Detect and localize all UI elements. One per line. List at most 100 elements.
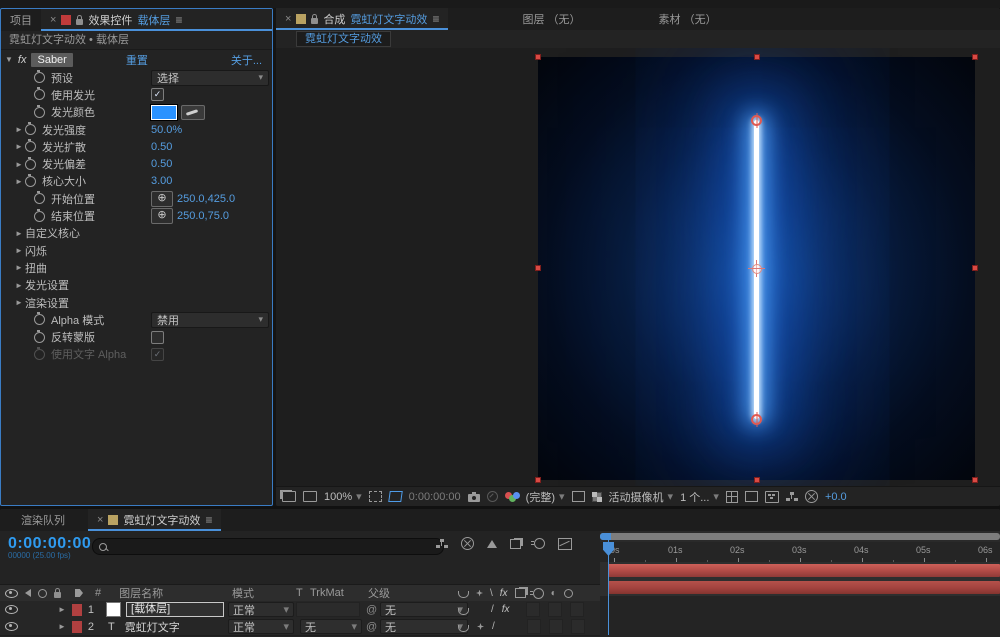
use-glow-checkbox[interactable]: ✓ [151,88,164,101]
about-link[interactable]: 关于... [231,52,262,68]
draft-3d-icon[interactable] [461,537,474,550]
panel-menu-icon[interactable]: ≡ [175,13,182,27]
track-row-1[interactable] [600,562,1000,580]
selection-handle[interactable] [972,477,978,483]
adjustment-column-icon[interactable]: ◐ [551,588,557,599]
parent-dropdown[interactable]: 无▾ [380,602,468,617]
stopwatch-icon[interactable] [34,89,45,100]
fx-switch-icon[interactable]: fx [502,604,510,615]
expander-icon[interactable]: ► [13,229,25,238]
frame-blending-icon[interactable] [510,539,521,549]
param-value[interactable]: 0.50 [151,158,172,170]
time-ruler[interactable]: 0s 01s 02s 03s 04s 05s 06s [600,542,1000,563]
track-row-2[interactable] [600,579,1000,597]
composition-view[interactable] [538,57,975,480]
param-value[interactable]: 250.0,425.0 [177,193,235,205]
exposure-value[interactable]: +0.0 [825,491,847,503]
target-region-icon[interactable] [572,491,585,502]
composition-mini-flowchart-icon[interactable] [436,539,448,549]
layer-color-swatch[interactable] [72,604,82,616]
stopwatch-icon[interactable] [25,141,36,152]
quality-switch-icon[interactable]: / [491,604,494,615]
show-snapshot-icon[interactable] [487,491,498,502]
tab-effect-controls[interactable]: × 效果控件 载体层 ≡ [41,9,272,31]
switch-cell[interactable] [570,602,584,617]
expander-icon[interactable]: ► [13,177,25,186]
composition-breadcrumb[interactable]: 霓虹灯文字动效 [296,31,391,47]
stopwatch-icon[interactable] [34,332,45,343]
lock-icon[interactable] [76,19,83,25]
tab-project[interactable]: 项目 [1,9,41,31]
expander-icon[interactable]: ► [13,125,25,134]
magnification-dropdown[interactable]: 100% ▾ [324,490,362,503]
anchor-point[interactable] [750,262,763,275]
hide-shy-layers-icon[interactable] [487,540,497,548]
threed-column-icon[interactable] [564,589,573,598]
expander-icon[interactable]: ► [13,263,25,272]
switch-cell[interactable] [527,619,541,634]
lock-column-icon[interactable] [54,592,61,598]
parent-pickwhip-icon[interactable]: @ [366,604,377,616]
layer-row-2[interactable]: ► 2 T 霓虹灯文字 正常▾ 无▾ @ 无▾ / [0,618,600,636]
layer-color-swatch[interactable] [72,621,82,633]
effect-name[interactable]: Saber [31,53,72,67]
mask-visibility-icon[interactable] [388,491,403,502]
viewer-monitor-icon[interactable] [303,491,317,502]
camera-dropdown[interactable]: 活动摄像机 ▾ [609,489,674,505]
param-value[interactable]: 0.50 [151,141,172,153]
close-icon[interactable]: × [285,13,291,25]
expander-icon[interactable]: ► [58,622,66,631]
toggle-viewer-layout-icon[interactable] [282,491,296,502]
snapshot-camera-icon[interactable] [468,494,480,502]
solo-column-icon[interactable] [38,589,47,598]
switch-cell[interactable] [549,619,563,634]
current-time-display[interactable]: 0:00:00:00 00000 (25.00 fps) [8,535,91,560]
parent-column-label[interactable]: 父级 [368,585,390,601]
index-column-label[interactable]: # [95,587,101,599]
selection-handle[interactable] [535,54,541,60]
region-of-interest-icon[interactable] [369,491,382,502]
pixel-aspect-icon[interactable] [745,491,758,502]
layer-name[interactable]: 霓虹灯文字 [125,619,180,635]
layer-name-column-label[interactable]: 图层名称 [119,585,163,601]
quality-column-icon[interactable]: \ [490,588,493,599]
stopwatch-icon[interactable] [34,193,45,204]
stopwatch-icon[interactable] [25,159,36,170]
resolution-dropdown[interactable]: (完整) ▾ [526,489,565,505]
mode-dropdown[interactable]: 正常▾ [228,619,294,634]
eye-icon[interactable] [5,605,18,614]
expander-open-icon[interactable]: ▼ [5,55,13,64]
mode-dropdown[interactable]: 正常▾ [228,602,294,617]
parent-pickwhip-icon[interactable]: @ [366,621,377,633]
layer-row-1[interactable]: ► 1 [载体层] 正常▾ @ 无▾ / fx [0,601,600,619]
lock-icon[interactable] [311,18,318,24]
end-position-point[interactable] [751,115,762,126]
trkmat-dropdown[interactable]: 无▾ [300,619,362,634]
view-count-dropdown[interactable]: 1 个... ▾ [680,489,719,505]
expander-icon[interactable]: ► [13,160,25,169]
label-column-icon[interactable] [75,589,83,597]
transparency-grid-icon[interactable] [592,492,602,502]
param-value[interactable]: 3.00 [151,175,172,187]
expander-icon[interactable]: ► [13,298,25,307]
switch-cell[interactable] [548,602,562,617]
selection-handle[interactable] [972,54,978,60]
tab-render-queue[interactable]: 渲染队列 [12,509,74,531]
trkmat-column-label[interactable]: TrkMat [310,587,344,599]
layer-duration-bar-1[interactable] [608,564,1000,577]
selection-handle[interactable] [754,54,760,60]
viewer-timecode[interactable]: 0:00:00:00 [409,491,461,503]
tab-composition[interactable]: × 合成 霓虹灯文字动效 ≡ [276,8,448,30]
effect-point-icon[interactable]: ⊕ [151,191,173,207]
quality-switch-icon[interactable]: / [492,621,495,632]
parent-dropdown[interactable]: 无▾ [380,619,468,634]
close-icon[interactable]: × [50,14,56,26]
glow-color-swatch[interactable] [151,105,177,120]
motion-blur-icon[interactable] [534,538,545,549]
stopwatch-icon[interactable] [25,176,36,187]
grid-guides-icon[interactable] [726,491,738,503]
stopwatch-icon[interactable] [34,107,45,118]
rasterize-switch-icon[interactable] [477,623,484,630]
effect-point-icon[interactable]: ⊕ [151,208,173,224]
stopwatch-icon[interactable] [25,124,36,135]
